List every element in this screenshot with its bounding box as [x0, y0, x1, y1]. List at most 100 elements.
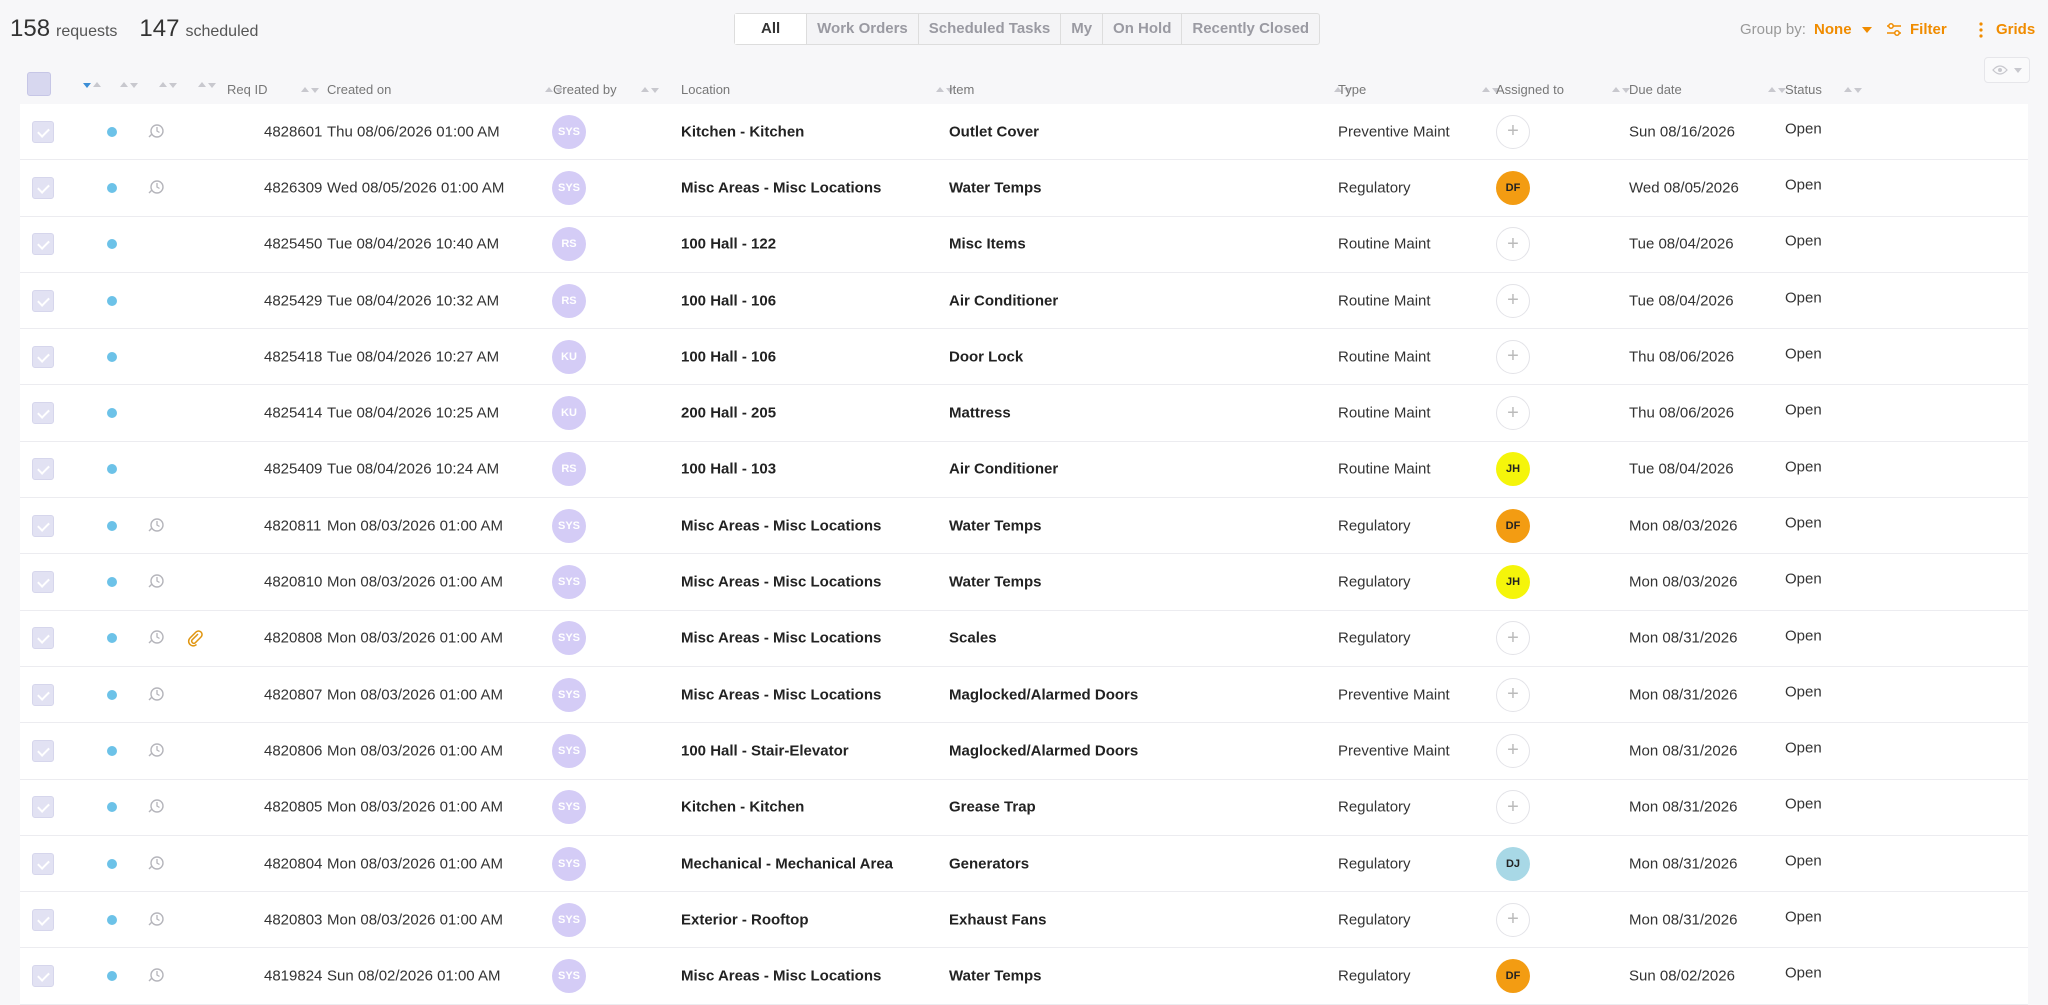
- row-checkbox[interactable]: [32, 402, 54, 425]
- sort-attachment[interactable]: [192, 82, 216, 88]
- tab-my[interactable]: My: [1061, 14, 1104, 44]
- sort-recurring[interactable]: [114, 82, 138, 88]
- assignee-avatar[interactable]: DF: [1496, 959, 1530, 994]
- table-row[interactable]: 4826309 Wed 08/05/2026 01:00 AM SYS Misc Ar…: [20, 160, 2028, 217]
- requests-label: requests: [56, 23, 118, 40]
- header-location[interactable]: Location: [681, 82, 955, 97]
- tab-recently-closed[interactable]: Recently Closed: [1182, 14, 1319, 44]
- req-id[interactable]: 4820805: [264, 799, 322, 816]
- req-id[interactable]: 4820807: [264, 686, 322, 703]
- filter-button[interactable]: Filter: [1886, 21, 1947, 38]
- creator-avatar: SYS: [552, 170, 586, 205]
- row-checkbox[interactable]: [32, 852, 54, 875]
- row-checkbox[interactable]: [32, 796, 54, 819]
- req-id[interactable]: 4820806: [264, 742, 322, 759]
- header-type[interactable]: Type: [1338, 82, 1501, 97]
- row-checkbox[interactable]: [32, 683, 54, 706]
- table-row[interactable]: 4825409 Tue 08/04/2026 10:24 AM RS 100 Hall…: [20, 441, 2028, 499]
- tab-all[interactable]: All: [735, 14, 808, 44]
- header-assigned-to[interactable]: Assigned to: [1496, 82, 1630, 97]
- table-row[interactable]: 4820807 Mon 08/03/2026 01:00 AM SYS Misc Ar…: [20, 666, 2028, 724]
- priority-dot-icon: [107, 182, 117, 193]
- row-checkbox[interactable]: [32, 120, 54, 143]
- table-row[interactable]: 4820806 Mon 08/03/2026 01:00 AM SYS 100 Hal…: [20, 723, 2028, 780]
- assign-add-button[interactable]: +: [1496, 227, 1530, 262]
- req-id[interactable]: 4820804: [264, 855, 322, 872]
- header-created-by[interactable]: Created by: [553, 82, 659, 97]
- req-id[interactable]: 4825418: [264, 348, 322, 365]
- req-id[interactable]: 4828601: [264, 123, 322, 140]
- assignee-avatar[interactable]: JH: [1496, 452, 1530, 487]
- select-all-checkbox[interactable]: [27, 72, 51, 96]
- table-row[interactable]: 4820803 Mon 08/03/2026 01:00 AM SYS Exterio…: [20, 892, 2028, 949]
- recurring-icon: [148, 630, 164, 645]
- table-row[interactable]: 4820804 Mon 08/03/2026 01:00 AM SYS Mechani…: [20, 835, 2028, 893]
- row-checkbox[interactable]: [32, 739, 54, 762]
- plus-icon: +: [1507, 289, 1519, 312]
- tab-work-orders[interactable]: Work Orders: [807, 14, 919, 44]
- created-on: Tue 08/04/2026 10:32 AM: [327, 292, 500, 310]
- row-checkbox[interactable]: [32, 289, 54, 312]
- requests-table: Req ID Created on Created by Location It…: [20, 72, 2028, 1005]
- req-id[interactable]: 4820808: [264, 630, 322, 647]
- sort-recurrence-icon[interactable]: [153, 82, 177, 88]
- assign-add-button[interactable]: +: [1496, 677, 1530, 712]
- assign-add-button[interactable]: +: [1496, 621, 1530, 656]
- row-checkbox[interactable]: [32, 514, 54, 537]
- header-status[interactable]: Status: [1785, 82, 1862, 97]
- created-on: Mon 08/03/2026 01:00 AM: [327, 573, 503, 591]
- row-checkbox[interactable]: [32, 627, 54, 650]
- tab-on-hold[interactable]: On Hold: [1103, 14, 1183, 44]
- row-checkbox[interactable]: [32, 908, 54, 931]
- sort-priority[interactable]: [77, 82, 101, 88]
- table-row[interactable]: 4825450 Tue 08/04/2026 10:40 AM RS 100 Hall…: [20, 216, 2028, 273]
- row-checkbox[interactable]: [32, 345, 54, 368]
- assign-add-button[interactable]: +: [1496, 733, 1530, 768]
- table-row[interactable]: 4820808 Mon 08/03/2026 01:00 AM SYS Misc Ar…: [20, 610, 2028, 667]
- priority-dot-icon: [107, 408, 117, 419]
- assign-add-button[interactable]: +: [1496, 283, 1530, 318]
- assignee-avatar[interactable]: JH: [1496, 565, 1530, 600]
- tab-scheduled-tasks[interactable]: Scheduled Tasks: [919, 14, 1062, 44]
- req-id[interactable]: 4825414: [264, 405, 322, 422]
- assign-add-button[interactable]: +: [1496, 902, 1530, 937]
- header-due-date[interactable]: Due date: [1629, 82, 1786, 97]
- header-item[interactable]: Item: [949, 82, 1353, 97]
- row-checkbox[interactable]: [32, 571, 54, 594]
- req-id[interactable]: 4820803: [264, 911, 322, 928]
- table-row[interactable]: 4820811 Mon 08/03/2026 01:00 AM SYS Misc Ar…: [20, 498, 2028, 555]
- group-by-value[interactable]: None: [1814, 21, 1852, 38]
- req-id[interactable]: 4819824: [264, 968, 322, 985]
- table-row[interactable]: 4825429 Tue 08/04/2026 10:32 AM RS 100 Hall…: [20, 272, 2028, 330]
- assign-add-button[interactable]: +: [1496, 114, 1530, 149]
- req-id[interactable]: 4825409: [264, 461, 322, 478]
- table-row[interactable]: 4820805 Mon 08/03/2026 01:00 AM SYS Kitchen…: [20, 779, 2028, 836]
- assign-add-button[interactable]: +: [1496, 339, 1530, 374]
- row-checkbox[interactable]: [32, 233, 54, 256]
- table-row[interactable]: 4819824 Sun 08/02/2026 01:00 AM SYS Misc Ar…: [20, 948, 2028, 1005]
- req-id[interactable]: 4826309: [264, 179, 322, 196]
- assignee-avatar[interactable]: DF: [1496, 170, 1530, 205]
- table-row[interactable]: 4828601 Thu 08/06/2026 01:00 AM SYS Kitchen…: [20, 104, 2028, 161]
- header-req-id[interactable]: Req ID: [227, 82, 320, 97]
- grids-button[interactable]: Grids: [1978, 21, 2035, 38]
- table-row[interactable]: 4825414 Tue 08/04/2026 10:25 AM KU 200 Hall…: [20, 385, 2028, 442]
- req-id[interactable]: 4820810: [264, 574, 322, 591]
- row-checkbox[interactable]: [32, 176, 54, 199]
- group-by-control[interactable]: Group by: None: [1740, 21, 1872, 38]
- req-id[interactable]: 4820811: [264, 517, 321, 534]
- table-row[interactable]: 4825418 Tue 08/04/2026 10:27 AM KU 100 Hall…: [20, 329, 2028, 386]
- assignee-avatar[interactable]: DJ: [1496, 846, 1530, 881]
- table-row[interactable]: 4820810 Mon 08/03/2026 01:00 AM SYS Misc Ar…: [20, 554, 2028, 611]
- req-id[interactable]: 4825450: [264, 236, 322, 253]
- row-checkbox[interactable]: [32, 458, 54, 481]
- assign-add-button[interactable]: +: [1496, 790, 1530, 825]
- request-type: Routine Maint: [1338, 235, 1431, 253]
- paperclip-icon[interactable]: [186, 629, 204, 647]
- req-id[interactable]: 4825429: [264, 292, 322, 309]
- header-created-on[interactable]: Created on: [327, 82, 564, 97]
- priority-dot-icon: [107, 914, 117, 925]
- assignee-avatar[interactable]: DF: [1496, 508, 1530, 543]
- assign-add-button[interactable]: +: [1496, 396, 1530, 431]
- due-date: Mon 08/03/2026: [1629, 573, 1738, 591]
